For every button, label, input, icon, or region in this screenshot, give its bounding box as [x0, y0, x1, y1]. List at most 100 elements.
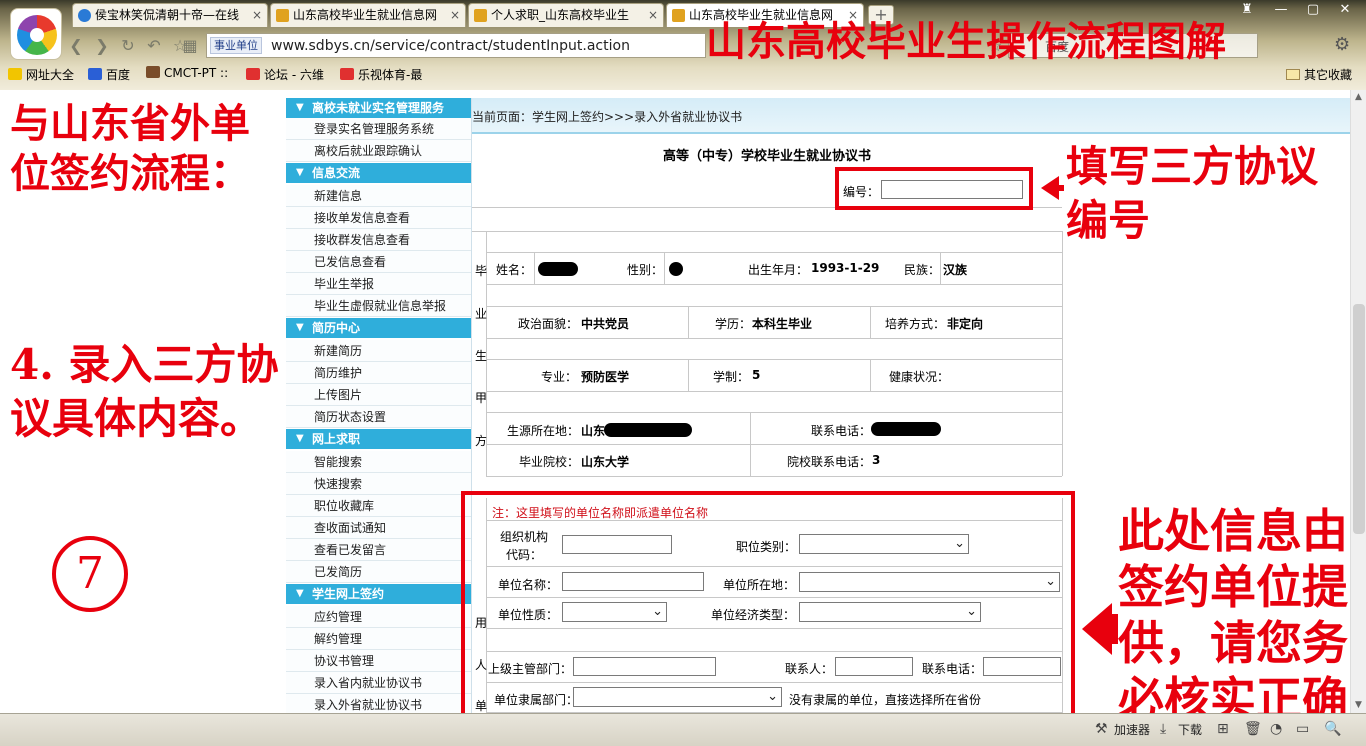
left-title-line-2: 位签约流程： — [10, 150, 250, 197]
major-value: 预防医学 — [581, 370, 630, 384]
add-icon[interactable]: ⊞ — [1217, 721, 1229, 737]
sidebar-item[interactable]: 毕业生举报 — [286, 273, 471, 295]
close-window-icon[interactable]: ✕ — [1330, 0, 1360, 20]
sidebar-item[interactable]: 应约管理 — [286, 606, 471, 628]
sidebar-item[interactable]: 快速搜索 — [286, 473, 471, 495]
minimize-icon[interactable]: — — [1266, 0, 1296, 20]
bookmark-item[interactable]: CMCT-PT :: — [146, 66, 228, 80]
breadcrumb: 当前页面：学生网上签约>>>录入外省就业协议书 — [472, 98, 1350, 134]
sidebar-item[interactable]: 登录实名管理服务系统 — [286, 118, 471, 140]
sidebar-item[interactable]: 查收面试通知 — [286, 517, 471, 539]
grid-icon[interactable]: ▦ — [180, 35, 200, 57]
divider — [486, 252, 1062, 253]
menu-group-messages[interactable]: ▼ 信息交流 — [286, 163, 471, 183]
sidebar-item[interactable]: 查看已发留言 — [286, 539, 471, 561]
scroll-down-icon[interactable]: ▼ — [1351, 698, 1366, 713]
sidebar-item[interactable]: 职位收藏库 — [286, 495, 471, 517]
ethnicity-label: 民族： — [904, 263, 941, 277]
sidebar-menu: ▼ 离校未就业实名管理服务 登录实名管理服务系统 离校后就业跟踪确认 ▼ 信息交流 … — [286, 98, 472, 713]
tab-title: 个人求职_山东高校毕业生 — [491, 8, 630, 22]
menu-group-signing[interactable]: ▼ 学生网上签约 — [286, 584, 471, 604]
sidebar-item-current[interactable]: 录入外省就业协议书 — [286, 694, 471, 713]
divider — [1062, 231, 1063, 476]
employer-highlight-box — [461, 491, 1075, 745]
divider — [534, 252, 535, 284]
accelerator-button[interactable]: 加速器 — [1114, 721, 1150, 738]
divider — [486, 306, 1062, 307]
back-icon[interactable]: ❮ — [66, 35, 86, 57]
ethnicity-value: 汉族 — [943, 263, 968, 277]
sidebar-item[interactable]: 已发简历 — [286, 561, 471, 583]
phone-label: 联系电话： — [811, 424, 872, 438]
address-bar[interactable]: 事业单位 www.sdbys.cn/service/contract/stude… — [206, 33, 706, 58]
sidebar-item[interactable]: 协议书管理 — [286, 650, 471, 672]
undo-icon[interactable]: ↶ — [144, 35, 164, 57]
bookmark-item[interactable]: 论坛 - 六维 — [246, 66, 324, 83]
menu-group-resume[interactable]: ▼ 简历中心 — [286, 318, 471, 338]
divider — [870, 359, 871, 391]
origin-value: 山东 — [581, 424, 606, 438]
sidebar-item[interactable]: 毕业生虚假就业信息举报 — [286, 295, 471, 317]
major-label: 专业： — [541, 370, 578, 384]
arrow-left-icon — [1041, 176, 1059, 200]
wrench-icon[interactable]: ⚙ — [1334, 34, 1350, 55]
collapse-triangle-icon: ▼ — [296, 102, 304, 113]
menu-group-unemployed[interactable]: ▼ 离校未就业实名管理服务 — [286, 98, 471, 118]
history-icon[interactable]: ◔ — [1270, 721, 1282, 737]
sidebar-item[interactable]: 新建简历 — [286, 340, 471, 362]
divider — [688, 306, 689, 338]
sidebar-item[interactable]: 录入省内就业协议书 — [286, 672, 471, 694]
tab-2[interactable]: 山东高校毕业生就业信息网 × — [270, 3, 466, 27]
maximize-icon[interactable]: ▢ — [1298, 0, 1328, 20]
tab-3[interactable]: 个人求职_山东高校毕业生 × — [468, 3, 664, 27]
scroll-up-icon[interactable]: ▲ — [1351, 90, 1366, 105]
health-label: 健康状况： — [889, 370, 950, 384]
skin-icon[interactable]: ♜ — [1232, 0, 1262, 20]
browser-logo-icon[interactable] — [10, 8, 62, 60]
sidebar-item[interactable]: 上传图片 — [286, 384, 471, 406]
school-value: 山东大学 — [581, 455, 630, 469]
bookmark-icon — [146, 66, 160, 78]
sidebar-item[interactable]: 解约管理 — [286, 628, 471, 650]
sidebar-item[interactable]: 智能搜索 — [286, 451, 471, 473]
forward-icon[interactable]: ❯ — [92, 35, 112, 57]
employer-info-line-2: 签约单位提 — [1118, 560, 1348, 614]
employer-info-line-1: 此处信息由 — [1118, 504, 1348, 558]
bookmark-item[interactable]: 百度 — [88, 66, 130, 83]
close-icon[interactable]: × — [450, 4, 460, 27]
side-label-char: 甲 — [475, 391, 488, 405]
page-icon — [672, 9, 685, 22]
sidebar-item[interactable]: 新建信息 — [286, 185, 471, 207]
download-button[interactable]: 下载 — [1178, 721, 1202, 738]
bookmark-item[interactable]: 网址大全 — [8, 66, 74, 83]
sidebar-item[interactable]: 接收群发信息查看 — [286, 229, 471, 251]
number-highlight-box — [835, 167, 1033, 210]
sidebar-item[interactable]: 已发信息查看 — [286, 251, 471, 273]
tab-title: 侯宝林笑侃清朝十帝—在线 — [95, 8, 240, 22]
other-bookmarks-folder[interactable]: 其它收藏 — [1286, 66, 1352, 83]
sidebar-item[interactable]: 离校后就业跟踪确认 — [286, 140, 471, 162]
close-icon[interactable]: × — [252, 4, 262, 27]
close-icon[interactable]: × — [648, 4, 658, 27]
refresh-icon[interactable]: ↻ — [118, 35, 138, 57]
scroll-thumb[interactable] — [1353, 304, 1365, 534]
side-label-char: 毕 — [475, 264, 488, 278]
sidebar-item[interactable]: 接收单发信息查看 — [286, 207, 471, 229]
status-bar: ⚒ 加速器 ⤓ 下载 ⊞ 🗑 ◔ ▭ 🔍 — [0, 713, 1366, 746]
sidebar-item[interactable]: 简历维护 — [286, 362, 471, 384]
url-text[interactable]: www.sdbys.cn/service/contract/studentInp… — [271, 37, 630, 55]
trash-icon[interactable]: 🗑 — [1244, 721, 1262, 737]
arrow-shaft — [1110, 614, 1118, 644]
sidebar-item[interactable]: 简历状态设置 — [286, 406, 471, 428]
zoom-icon[interactable]: 🔍 — [1324, 721, 1341, 737]
page-icon — [474, 9, 487, 22]
years-label: 学制： — [713, 370, 750, 384]
collapse-triangle-icon: ▼ — [296, 588, 304, 599]
tab-1[interactable]: 侯宝林笑侃清朝十帝—在线 × — [72, 3, 268, 27]
vertical-scrollbar[interactable]: ▲ ▼ — [1350, 90, 1366, 713]
divider — [486, 391, 1062, 392]
menu-group-job-search[interactable]: ▼ 网上求职 — [286, 429, 471, 449]
arrow-shaft — [1058, 185, 1064, 191]
window-icon[interactable]: ▭ — [1296, 721, 1309, 737]
bookmark-item[interactable]: 乐视体育-最 — [340, 66, 422, 83]
